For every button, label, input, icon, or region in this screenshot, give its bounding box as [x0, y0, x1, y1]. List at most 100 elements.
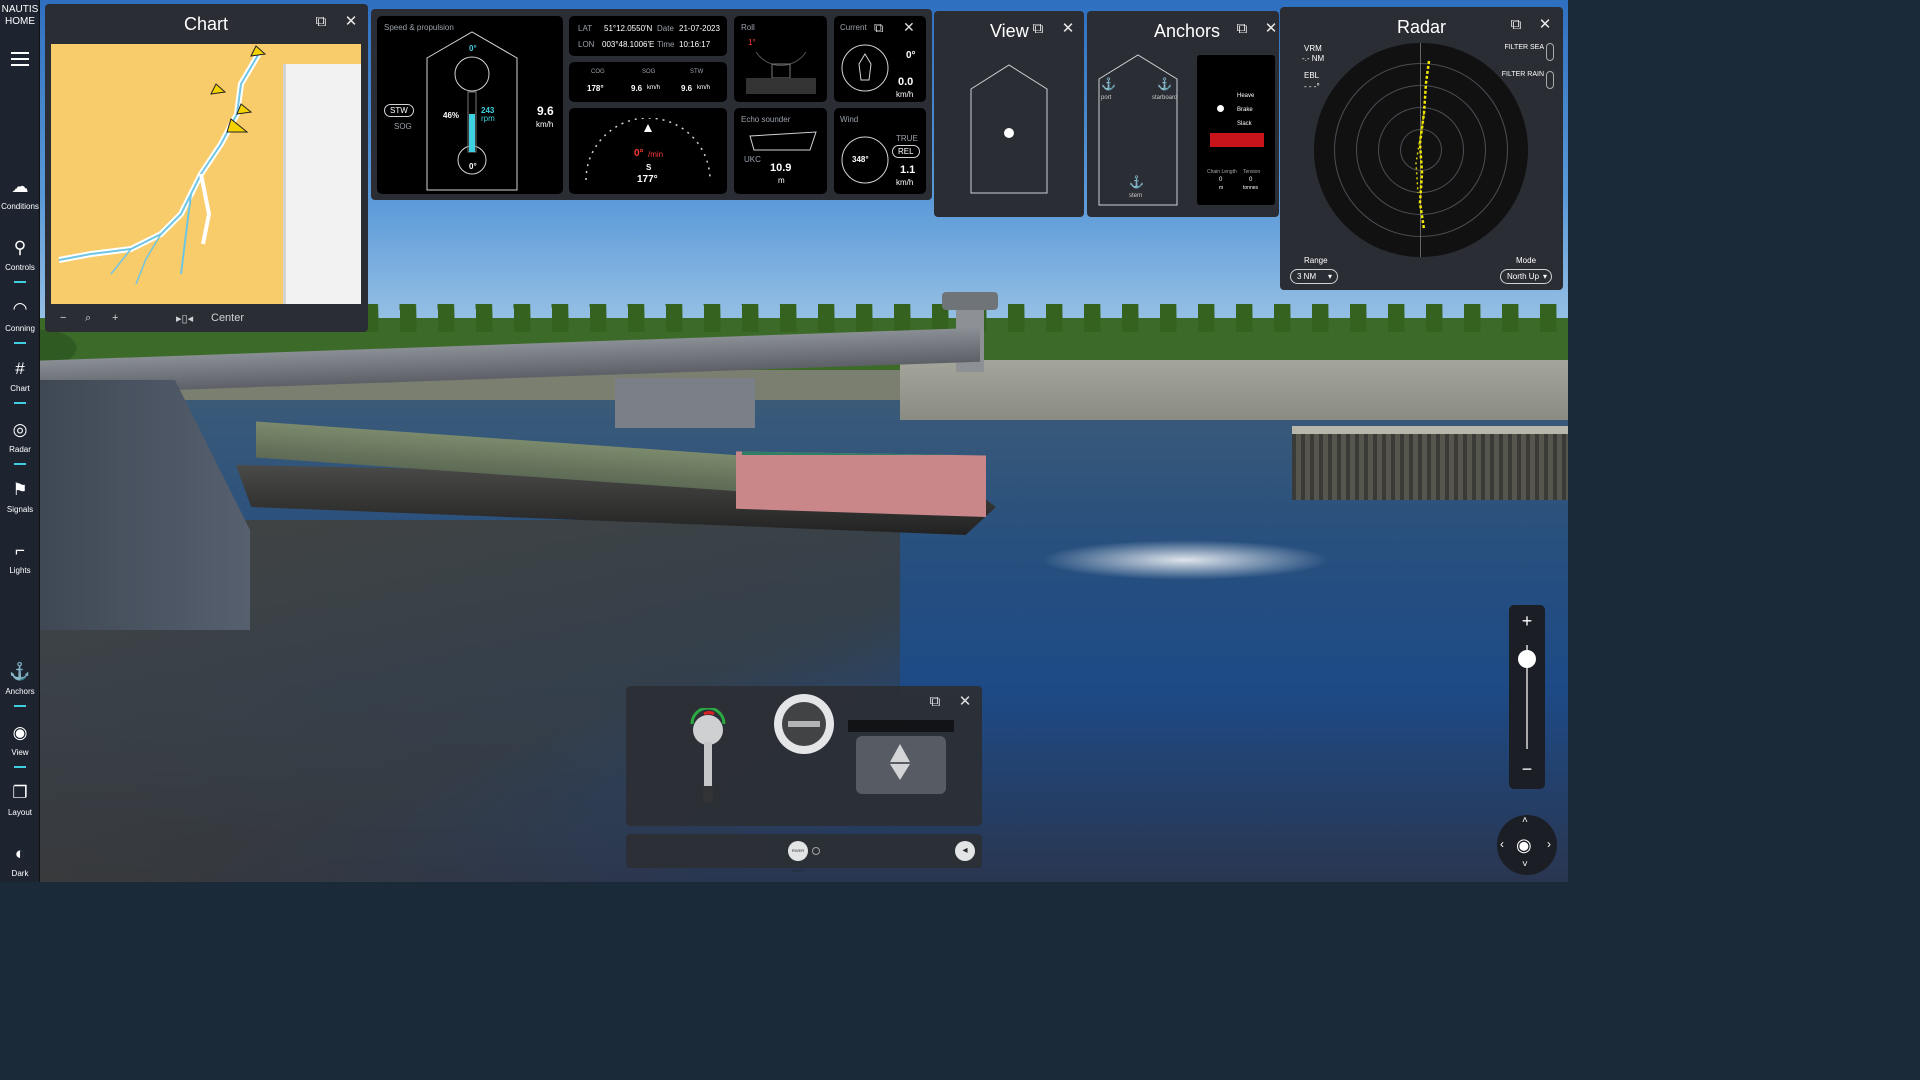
stw-toggle[interactable]: STW: [384, 104, 414, 117]
sidebar-item-label: Layout: [7, 808, 33, 817]
lamp-icon: ⌐: [15, 541, 25, 560]
sidebar-item-lights[interactable]: ⌐ Lights: [0, 532, 40, 588]
close-icon[interactable]: ✕: [1060, 21, 1076, 37]
release-button[interactable]: [1210, 133, 1264, 147]
mode-select[interactable]: North Up ▾: [1500, 269, 1552, 284]
sidebar-item-label: Conning: [5, 324, 35, 333]
radar-panel: Radar ⧉ ✕ VRM -.- NM EBL - - -° FILTER S…: [1280, 7, 1563, 290]
brake-option[interactable]: Brake: [1237, 107, 1253, 113]
port-anchor-icon[interactable]: ⚓: [1101, 77, 1116, 91]
cloud-reflection: [1040, 540, 1330, 580]
horn-button[interactable]: ◂: [955, 841, 975, 861]
stw-value: 9.6: [681, 84, 693, 93]
sidebar-item-conditions[interactable]: ☁ Conditions: [0, 168, 40, 224]
popout-icon[interactable]: ⧉: [1508, 17, 1524, 33]
range-select[interactable]: 3 NM ▾: [1290, 269, 1338, 284]
sidebar: NAUTIS HOME ☁ Conditions ⚲ Controls ◠ Conning…: [0, 0, 40, 882]
echo-hull-icon: [749, 131, 817, 151]
view-ship-diagram[interactable]: [969, 63, 1049, 203]
chart-center-button[interactable]: Center: [211, 312, 244, 324]
popout-icon[interactable]: ⧉: [313, 14, 329, 30]
river-pilot-button[interactable]: RIVER PILOT: [788, 841, 808, 873]
popout-icon[interactable]: ⧉: [1234, 21, 1250, 37]
sidebar-item-layout[interactable]: ❐ Layout: [0, 774, 40, 830]
sidebar-item-dark[interactable]: ◐ Dark: [0, 835, 40, 882]
time-value: 10:16:17: [679, 40, 711, 49]
popout-icon[interactable]: ⧉: [927, 694, 943, 710]
zoom-slider-thumb[interactable]: [1518, 649, 1536, 668]
chevron-right-icon[interactable]: ›: [1547, 837, 1551, 851]
electronic-chart[interactable]: [51, 44, 361, 304]
sidebar-item-label: Lights: [9, 566, 31, 575]
chart-zoom-in-button[interactable]: +: [112, 312, 118, 324]
close-icon[interactable]: ✕: [1537, 17, 1553, 33]
rudder-wheel[interactable]: [772, 692, 836, 756]
rot-heading: 177°: [637, 174, 658, 185]
chain-length-label: Chain Length: [1207, 169, 1237, 175]
sidebar-item-controls[interactable]: ⚲ Controls: [0, 229, 40, 285]
bridge-pier: [615, 378, 755, 428]
date-label: Date: [657, 24, 674, 33]
sog-unit: km/h: [647, 85, 661, 91]
course-speed-display: COG 178° SOG 9.6 km/h STW 9.6 km/h: [569, 62, 727, 102]
speed-value: 9.6: [537, 104, 554, 118]
popout-icon[interactable]: ⧉: [1030, 21, 1046, 37]
home-button[interactable]: NAUTIS HOME: [0, 4, 40, 28]
close-icon[interactable]: ✕: [903, 19, 915, 36]
time-label: Time: [657, 40, 675, 49]
wind-rel-toggle[interactable]: REL: [892, 145, 920, 158]
sidebar-item-chart[interactable]: # Chart: [0, 350, 40, 406]
tiller-lever[interactable]: [686, 708, 730, 804]
sidebar-item-anchors[interactable]: ⚓ Anchors: [0, 653, 40, 709]
heave-option[interactable]: Heave: [1237, 93, 1254, 99]
camera-control[interactable]: ˄ ‹ ◉ › ˅: [1497, 815, 1557, 875]
rate-of-turn-display: 0° /min S 177°: [569, 108, 727, 194]
rot-value: 0°: [634, 148, 644, 159]
starboard-anchor-icon[interactable]: ⚓: [1157, 77, 1172, 91]
zoom-in-button[interactable]: +: [1509, 611, 1545, 632]
zoom-out-button[interactable]: −: [1509, 759, 1545, 780]
sidebar-item-signals[interactable]: ⚑ Signals: [0, 471, 40, 527]
lock-wall: [900, 360, 1568, 420]
contrast-icon: ◐: [14, 844, 26, 863]
echo-title: Echo sounder: [741, 115, 791, 124]
lat-value: 51°12.0550'N: [604, 24, 653, 33]
sidebar-item-label: Controls: [5, 263, 35, 272]
close-icon[interactable]: ✕: [1263, 21, 1279, 37]
chart-zoom-out-button[interactable]: −: [60, 312, 66, 324]
radar-echoes: [1415, 60, 1431, 230]
date-value: 21-07-2023: [679, 24, 720, 33]
radar-scope[interactable]: [1314, 43, 1528, 257]
range-value: 3 NM: [1297, 272, 1317, 281]
sidebar-item-radar[interactable]: ◎ Radar: [0, 411, 40, 467]
slack-option[interactable]: Slack: [1237, 121, 1252, 127]
range-label: Range: [1304, 256, 1328, 265]
chevron-up-icon[interactable]: ˄: [1522, 815, 1528, 826]
close-icon[interactable]: ✕: [343, 14, 359, 30]
current-speed: 0.0: [898, 76, 914, 88]
ship-center-icon[interactable]: ▸▯◂: [176, 312, 193, 325]
menu-icon[interactable]: [11, 52, 29, 66]
popout-icon[interactable]: ⧉: [874, 20, 883, 36]
heading-value: 0°: [469, 44, 477, 53]
sog-toggle[interactable]: SOG: [394, 122, 412, 131]
filter-rain-toggle[interactable]: [1546, 71, 1554, 89]
chevron-down-icon[interactable]: ˅: [1522, 859, 1528, 870]
chart-search-icon[interactable]: ⌕: [85, 312, 91, 325]
zoom-control: + −: [1509, 605, 1545, 789]
sidebar-item-conning[interactable]: ◠ Conning: [0, 290, 40, 346]
chain-length-unit: m: [1219, 185, 1224, 191]
windlass-handle[interactable]: [1217, 105, 1224, 112]
throttle-lever[interactable]: [846, 716, 956, 796]
stern-anchor-icon[interactable]: ⚓: [1129, 175, 1144, 189]
chevron-left-icon[interactable]: ‹: [1500, 837, 1504, 851]
sidebar-item-view[interactable]: ◉ View: [0, 714, 40, 770]
grid-icon: #: [15, 359, 25, 378]
close-icon[interactable]: ✕: [957, 694, 973, 710]
filter-sea-toggle[interactable]: [1546, 43, 1554, 61]
chain-length-value: 0: [1219, 177, 1223, 183]
current-unit: km/h: [896, 90, 914, 99]
roll-display: Roll 1°: [734, 16, 827, 102]
wind-true-toggle[interactable]: TRUE: [896, 134, 918, 143]
conning-panel: Speed & propulsion 0° 46% 243 rpm 0° 9.6…: [371, 9, 932, 200]
